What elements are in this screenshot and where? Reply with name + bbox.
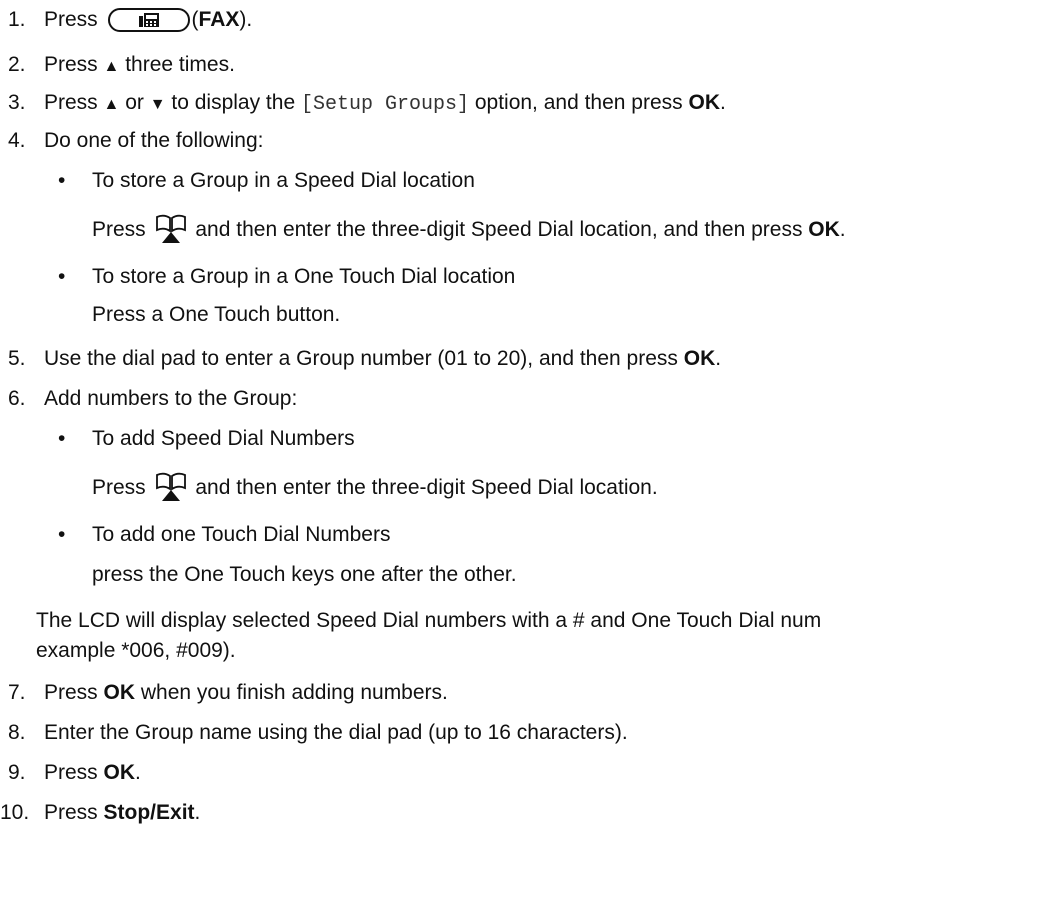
fax-label: FAX — [198, 8, 240, 31]
address-book-icon — [155, 472, 186, 501]
instruction-document: 1. Press (FAX). 2. Press ▲ three times. 3.… — [0, 0, 1038, 900]
step-4-option-1-detail: Press and then enter the three-digit Spe… — [92, 214, 846, 243]
step-8: 8. Enter the Group name using the dial pa… — [0, 720, 628, 746]
step-4-option-2: • To store a Group in a One Touch Dial l… — [58, 265, 516, 288]
step-6-option-1: • To add Speed Dial Numbers — [58, 427, 355, 450]
step-2: 2. Press ▲ three times. — [0, 52, 235, 78]
bullet: • — [58, 169, 66, 192]
step-10: 10. Press Stop/Exit. — [0, 801, 201, 824]
step-9: 9. Press OK. — [0, 760, 141, 786]
menu-option-code: [Setup Groups] — [300, 93, 469, 116]
step-number: 4. — [8, 129, 26, 152]
up-arrow-icon: ▲ — [103, 96, 120, 113]
step-number: 7. — [8, 681, 26, 704]
address-book-icon — [155, 214, 186, 243]
step-4: 4. Do one of the following: — [0, 128, 263, 154]
step-6-option-1-detail: Press and then enter the three-digit Spe… — [92, 472, 658, 501]
step-6-note-line-2: example *006, #009). — [36, 639, 236, 662]
step-6-option-2-detail: press the One Touch keys one after the o… — [92, 563, 517, 586]
step-number: 1. — [8, 8, 26, 31]
step-6: 6. Add numbers to the Group: — [0, 386, 297, 412]
step-number: 9. — [8, 761, 26, 784]
fax-machine-icon — [138, 13, 159, 27]
step-number: 8. — [8, 721, 26, 744]
step-3: 3. Press ▲ or ▼ to display the [Setup Gro… — [0, 90, 726, 116]
step-number: 3. — [8, 91, 26, 114]
step-1: 1. Press (FAX). — [0, 7, 252, 33]
step-4-option-1: • To store a Group in a Speed Dial locat… — [58, 169, 475, 192]
bullet: • — [58, 427, 66, 450]
step-number: 2. — [8, 53, 26, 76]
step-number: 10. — [0, 801, 30, 824]
up-arrow-icon: ▲ — [103, 58, 120, 75]
bullet: • — [58, 523, 66, 546]
fax-button — [107, 8, 190, 32]
step-6-note-line-1: The LCD will display selected Speed Dial… — [36, 609, 822, 632]
step-4-option-2-detail: Press a One Touch button. — [92, 303, 341, 326]
step-5: 5. Use the dial pad to enter a Group numb… — [0, 346, 721, 372]
step-number: 6. — [8, 387, 26, 410]
down-arrow-icon: ▼ — [149, 96, 166, 113]
bullet: • — [58, 265, 66, 288]
step-7: 7. Press OK when you finish adding number… — [0, 680, 448, 706]
step-number: 5. — [8, 347, 26, 370]
step-6-option-2: • To add one Touch Dial Numbers — [58, 523, 391, 546]
